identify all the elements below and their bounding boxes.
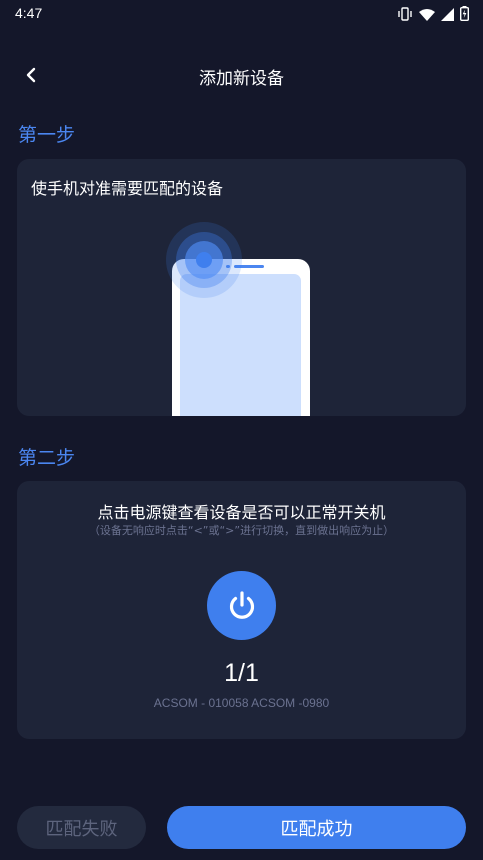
signal-dot [196, 252, 212, 268]
page-title: 添加新设备 [199, 69, 284, 89]
step1-instruction: 使手机对准需要匹配的设备 [31, 179, 224, 198]
match-success-button[interactable]: 匹配成功 [167, 806, 466, 849]
step1-card: 使手机对准需要匹配的设备 [17, 159, 466, 416]
vibrate-icon [397, 6, 413, 25]
power-button[interactable] [207, 571, 276, 640]
signal-icon [441, 6, 454, 25]
status-icons [397, 6, 469, 25]
step2-card: 点击电源键查看设备是否可以正常开关机 （设备无响应时点击“<”或“>”进行切换，… [17, 481, 466, 739]
step2-instruction: 点击电源键查看设备是否可以正常开关机 [97, 503, 386, 522]
status-time: 4:47 [15, 5, 43, 21]
battery-icon [459, 6, 469, 25]
step1-title: 第一步 [18, 124, 76, 146]
header: 添加新设备 [0, 52, 483, 96]
status-bar: 4:47 [0, 0, 483, 28]
match-fail-button[interactable]: 匹配失败 [17, 806, 146, 849]
power-icon [229, 590, 254, 619]
device-models: ACSOM - 010058 ACSOM -0980 [153, 696, 330, 710]
step2-title: 第二步 [18, 447, 76, 469]
wifi-icon [419, 6, 435, 25]
step2-hint: （设备无响应时点击“<”或“>”进行切换，直到做出响应为止） [88, 524, 395, 537]
device-counter: 1/1 [224, 659, 259, 687]
